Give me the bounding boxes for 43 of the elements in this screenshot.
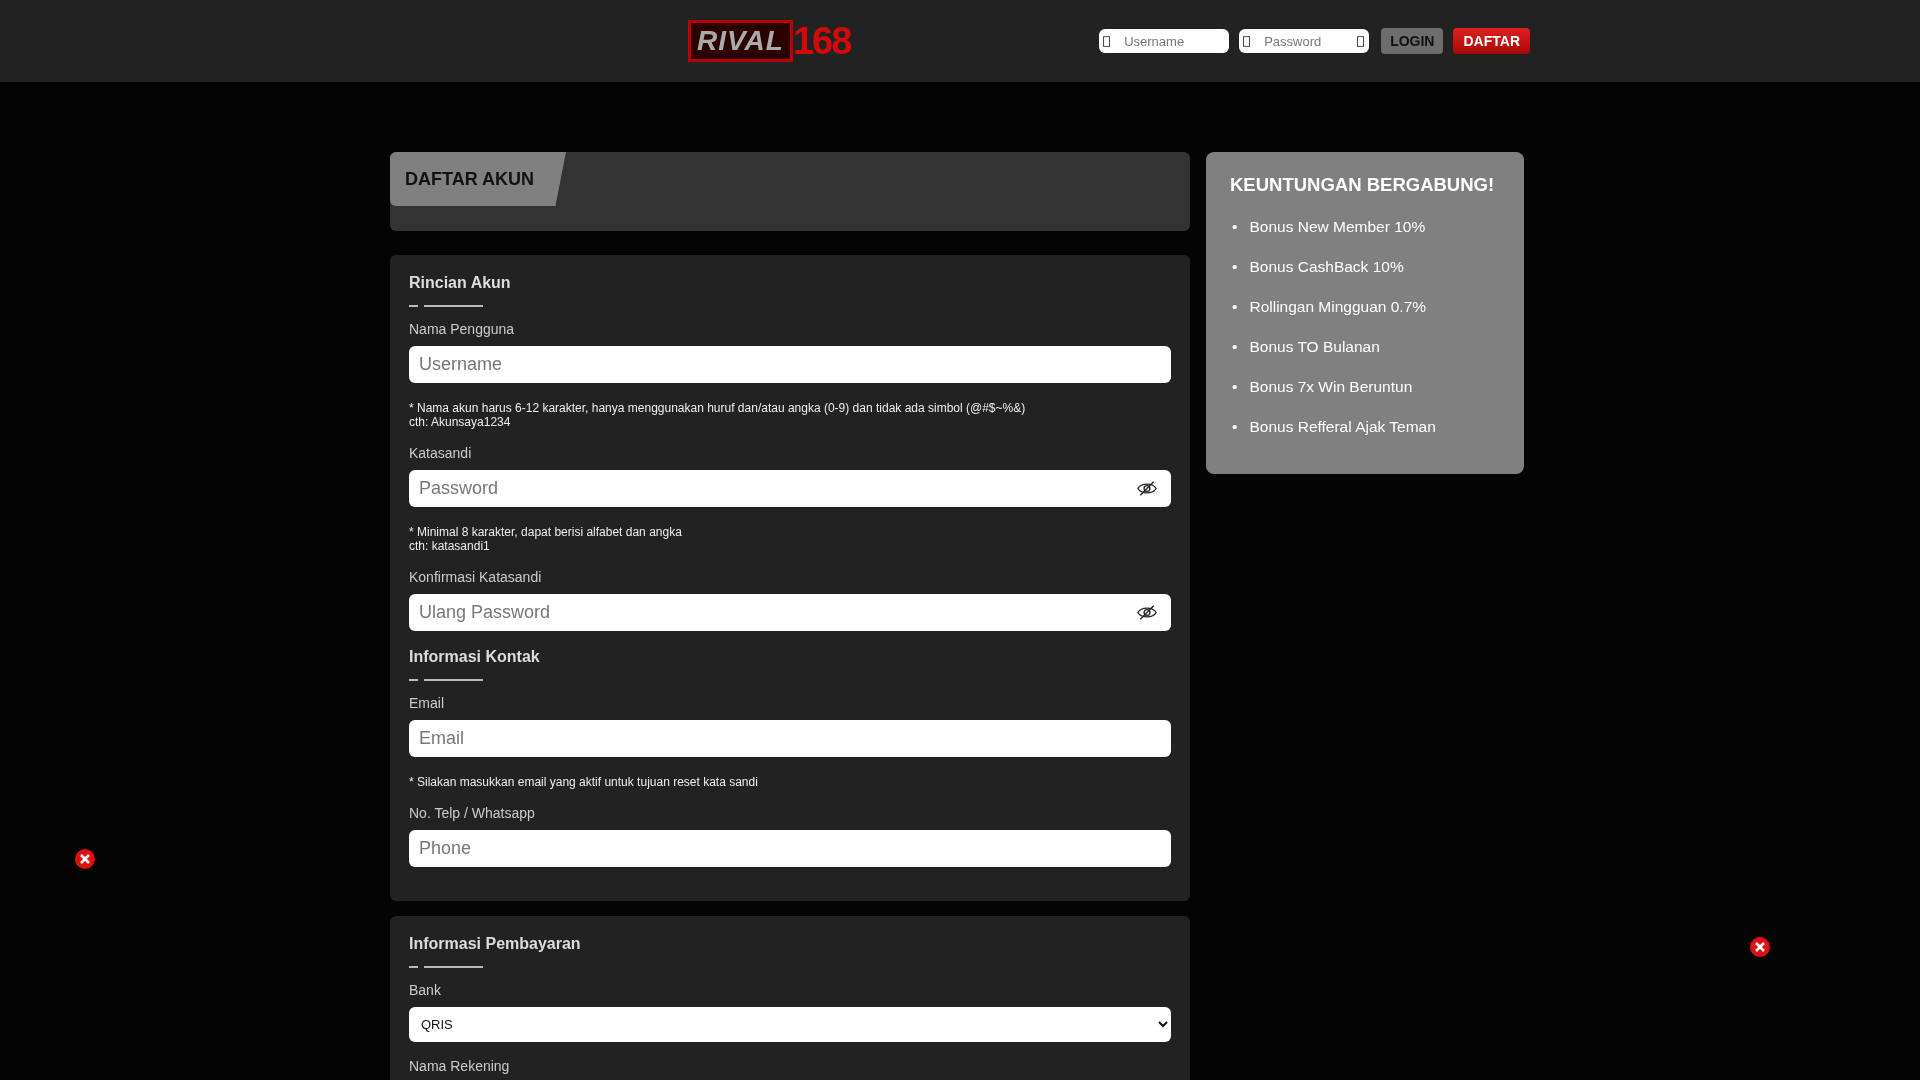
benefit-item: Bonus TO Bulanan (1249, 338, 1380, 356)
field-label: Bank (409, 982, 442, 999)
login-button[interactable]: LOGIN (1381, 28, 1444, 54)
close-icon[interactable] (1750, 937, 1770, 957)
field-label: Nama Rekening (409, 1058, 511, 1075)
hint-text: * Silakan masukkan email yang aktif untuk tujuan reset kata sandi (409, 775, 759, 789)
hint-text: * Minimal 8 karakter, dapat berisi alfabet dan angka (409, 525, 683, 539)
benefit-item: Bonus New Member 10% (1249, 218, 1426, 236)
hint-text: cth: katasandi1 (409, 539, 491, 553)
bullet: • (1231, 418, 1238, 436)
register-button[interactable]: DAFTAR (1453, 28, 1530, 54)
input-field[interactable]: Username (409, 346, 1171, 383)
bullet: • (1231, 218, 1238, 236)
eye-slash-icon[interactable] (1137, 604, 1157, 621)
password-field[interactable]: Ulang Password (409, 594, 1171, 631)
field-label: Nama Pengguna (409, 321, 516, 338)
bullet: • (1231, 338, 1238, 356)
benefit-item: Bonus CashBack 10% (1249, 258, 1404, 276)
bullet: • (1231, 378, 1238, 396)
password-field[interactable]: Password (409, 470, 1171, 507)
password-field[interactable]: Password (1239, 29, 1370, 53)
field-label: Email (409, 695, 445, 712)
input-field[interactable]: Email (409, 720, 1171, 757)
close-icon[interactable] (75, 849, 95, 869)
bullet: • (1231, 258, 1238, 276)
section-title: Informasi Kontak (409, 647, 541, 667)
benefit-item: Bonus Refferal Ajak Teman (1249, 418, 1436, 436)
benefit-item: Rollingan Mingguan 0.7% (1249, 298, 1427, 316)
benefits-title: KEUNTUNGAN BERGABUNG! (1230, 174, 1496, 196)
field-label: Katasandi (409, 445, 473, 462)
benefit-item: Bonus 7x Win Beruntun (1249, 378, 1413, 396)
section-title: Rincian Akun (409, 273, 512, 293)
bank-dropdown[interactable]: QRIS (409, 1007, 1171, 1042)
page-title: DAFTAR AKUN (390, 152, 566, 206)
field-label: No. Telp / Whatsapp (409, 805, 536, 822)
username-field[interactable]: Username (1099, 29, 1230, 53)
hint-text: cth: Akunsaya1234 (409, 415, 512, 429)
field-label: Konfirmasi Katasandi (409, 569, 543, 586)
section-title: Informasi Pembayaran (409, 934, 582, 954)
eye-slash-icon[interactable] (1137, 480, 1157, 497)
hint-text: * Nama akun harus 6-12 karakter, hanya menggunakan huruf dan/atau angka (0-9) dan tidak ada simbol (@#$~%&) (409, 401, 1027, 415)
bullet: • (1231, 298, 1238, 316)
input-field[interactable]: Phone (409, 830, 1171, 867)
